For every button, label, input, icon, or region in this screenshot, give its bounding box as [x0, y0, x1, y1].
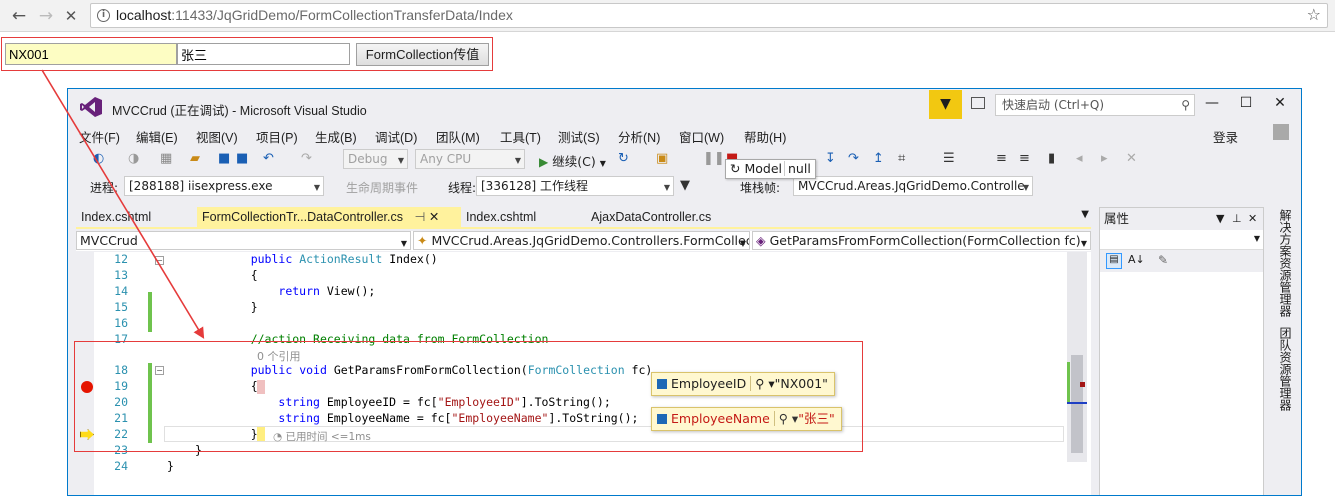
- annotation-arrow: [41, 69, 205, 339]
